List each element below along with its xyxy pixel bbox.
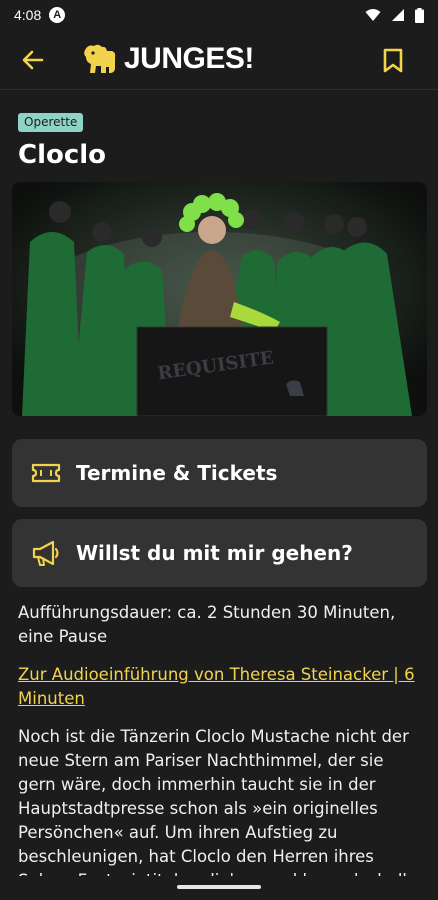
ticket-icon bbox=[30, 457, 62, 489]
accessibility-badge-icon: A bbox=[49, 7, 66, 23]
audio-intro-link[interactable]: Zur Audioeinführung von Theresa Steinack… bbox=[18, 663, 423, 711]
back-button[interactable] bbox=[20, 47, 46, 73]
event-image: REQUISITE bbox=[12, 182, 427, 416]
lion-logo-icon bbox=[84, 44, 116, 73]
wifi-icon bbox=[365, 9, 381, 21]
status-time: 4:08 bbox=[14, 7, 42, 23]
category-badge: Operette bbox=[18, 113, 84, 132]
tickets-button-label: Termine & Tickets bbox=[76, 461, 278, 485]
status-icons bbox=[365, 7, 424, 23]
app-bar: JUNGES! bbox=[0, 30, 438, 90]
megaphone-icon bbox=[30, 537, 62, 569]
home-gesture-handle[interactable] bbox=[177, 885, 261, 889]
duration-text: Aufführungsdauer: ca. 2 Stunden 30 Minut… bbox=[18, 603, 396, 646]
date-invite-button[interactable]: Willst du mit mir gehen? bbox=[12, 519, 427, 587]
page-title: Cloclo bbox=[18, 140, 107, 170]
tickets-button[interactable]: Termine & Tickets bbox=[12, 439, 427, 507]
bookmark-icon bbox=[383, 48, 403, 72]
date-invite-button-label: Willst du mit mir gehen? bbox=[76, 541, 353, 565]
logo-text: JUNGES! bbox=[124, 42, 254, 75]
description-text: Noch ist die Tänzerin Cloclo Mustache ni… bbox=[18, 727, 413, 890]
status-bar: 4:08 A bbox=[0, 0, 438, 30]
arrow-left-icon bbox=[22, 50, 44, 70]
logo: JUNGES! bbox=[82, 42, 254, 76]
battery-icon bbox=[415, 7, 424, 23]
cell-signal-icon bbox=[392, 9, 404, 21]
bookmark-button[interactable] bbox=[380, 45, 406, 75]
